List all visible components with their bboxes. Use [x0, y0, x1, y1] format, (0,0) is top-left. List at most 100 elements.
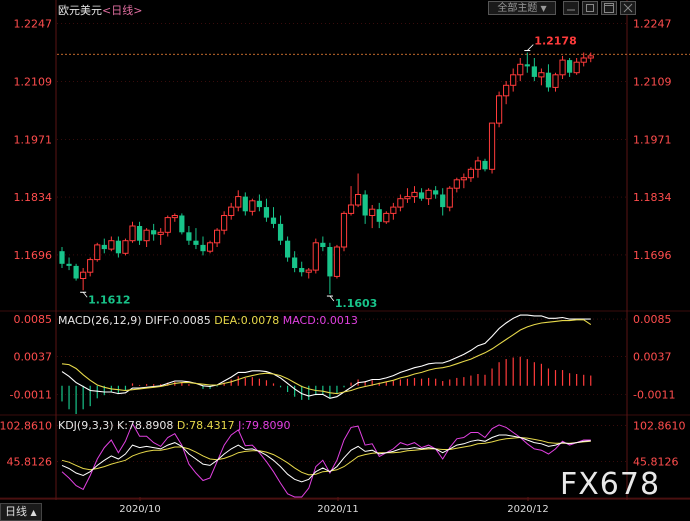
candle-body	[404, 196, 411, 200]
candle-body	[136, 226, 143, 241]
candle-body	[383, 212, 390, 223]
close-icon[interactable]	[620, 1, 636, 15]
candle-body	[327, 247, 333, 277]
kdj-legend: KDJ(9,3,3) K:78.8908 D:78.4317 J:79.8090	[58, 419, 291, 432]
brand-watermark: FX678	[560, 467, 661, 502]
candle-body	[580, 57, 587, 63]
candle-body	[256, 200, 262, 208]
left-price-tick: 1.1971	[14, 133, 53, 146]
candle-body	[285, 240, 291, 258]
candle-body	[221, 215, 228, 231]
candle-body	[186, 232, 192, 241]
instrument-name: 欧元美元	[58, 4, 102, 17]
candle-body	[333, 246, 341, 277]
left-price-tick: 1.2247	[14, 18, 53, 31]
macd-chart	[61, 314, 592, 414]
candle-body	[496, 95, 503, 124]
candle-body	[171, 215, 178, 219]
candle-body	[390, 206, 397, 214]
theme-button[interactable]: 全部主题 ▼	[488, 1, 556, 15]
candle-body	[101, 244, 107, 250]
candle-body	[59, 251, 65, 264]
candle-body	[108, 240, 115, 250]
candle-body	[355, 194, 362, 206]
j-line	[61, 422, 591, 498]
left-price-tick: 1.1834	[14, 191, 53, 204]
candle-body	[270, 217, 277, 224]
chevron-up-icon: ▲	[30, 508, 37, 517]
candlestick-chart: 1.2178 1.1612 1.1603	[57, 35, 690, 310]
candle-body	[157, 231, 164, 235]
candle-body	[94, 244, 101, 261]
candle-body	[397, 198, 404, 208]
candle-body	[312, 242, 319, 271]
candle-body	[115, 240, 121, 254]
candle-body	[242, 196, 248, 212]
candle-body	[362, 194, 368, 216]
right-price-tick: 1.1834	[633, 191, 672, 204]
right-price-tick: 1.1696	[633, 249, 672, 262]
minimize-icon[interactable]	[563, 1, 579, 15]
macd-left-tick: 0.0085	[14, 313, 53, 326]
candle-body	[467, 168, 474, 179]
candle-body	[277, 223, 284, 241]
time-label: 2020/10	[119, 504, 161, 515]
candle-body	[573, 61, 580, 74]
period-selector[interactable]: 日线 ▲	[0, 503, 42, 521]
candle-body	[164, 217, 171, 233]
candle-body	[340, 212, 348, 248]
theme-button-label: 全部主题	[497, 3, 538, 14]
candle-body	[249, 200, 256, 212]
kdj-j-value: J:79.8090	[238, 419, 291, 432]
macd-diff-value: DIFF:0.0085	[145, 314, 211, 327]
kdj-left-tick: 45.8126	[7, 456, 53, 469]
candle-body	[433, 190, 439, 195]
macd-left-tick: -0.0011	[10, 388, 52, 401]
macd-macd-value: MACD:0.0013	[282, 314, 358, 327]
candle-body	[531, 66, 537, 77]
candle-body	[228, 206, 235, 217]
candle-body	[587, 55, 594, 59]
period-label: 日线	[5, 505, 27, 518]
candle-body	[263, 207, 270, 218]
candle-body	[446, 187, 453, 208]
candle-body	[151, 230, 157, 235]
candle-body	[559, 59, 566, 76]
candle-body	[517, 63, 524, 76]
restore-icon[interactable]	[582, 1, 598, 15]
candle-body	[503, 84, 510, 97]
candle-body	[440, 194, 446, 208]
candle-body	[545, 72, 552, 88]
kdj-k-value: K:78.8908	[117, 419, 174, 432]
macd-left-tick: 0.0037	[14, 351, 53, 364]
candle-body	[552, 74, 559, 88]
candle-body	[488, 122, 496, 170]
high-label: 1.2178	[534, 35, 576, 48]
maximize-icon[interactable]	[601, 1, 617, 15]
candle-body	[425, 189, 432, 200]
macd-name: MACD(26,12,9)	[58, 314, 142, 327]
macd-right-tick: 0.0037	[633, 351, 672, 364]
interval-label[interactable]: <日线>	[102, 4, 142, 17]
time-label: 2020/11	[317, 504, 359, 515]
kdj-name: KDJ(9,3,3)	[58, 419, 114, 432]
candle-body	[235, 196, 242, 208]
candle-body	[482, 160, 488, 170]
kdj-right-tick: 102.8610	[633, 420, 686, 433]
candle-body	[524, 64, 530, 67]
chart-canvas: 1.21781.1612 1.1603 1.2247 1.2247 1.2109 1.2…	[0, 0, 690, 515]
low-marker-leader	[329, 295, 335, 302]
right-price-tick: 1.2247	[633, 18, 672, 31]
candle-body	[66, 263, 72, 266]
candle-body	[129, 225, 136, 242]
candle-body	[305, 269, 312, 273]
macd-right-tick: 0.0085	[633, 313, 672, 326]
macd-legend: MACD(26,12,9) DIFF:0.0085 DEA:0.0078 MAC…	[58, 314, 358, 327]
candle-body	[538, 72, 545, 78]
chevron-down-icon: ▼	[540, 4, 547, 13]
candle-body	[193, 240, 199, 245]
left-price-tick: 1.1696	[14, 249, 53, 262]
candle-body	[292, 257, 298, 268]
high-marker-leader	[527, 44, 534, 51]
right-price-tick: 1.2109	[633, 76, 672, 89]
